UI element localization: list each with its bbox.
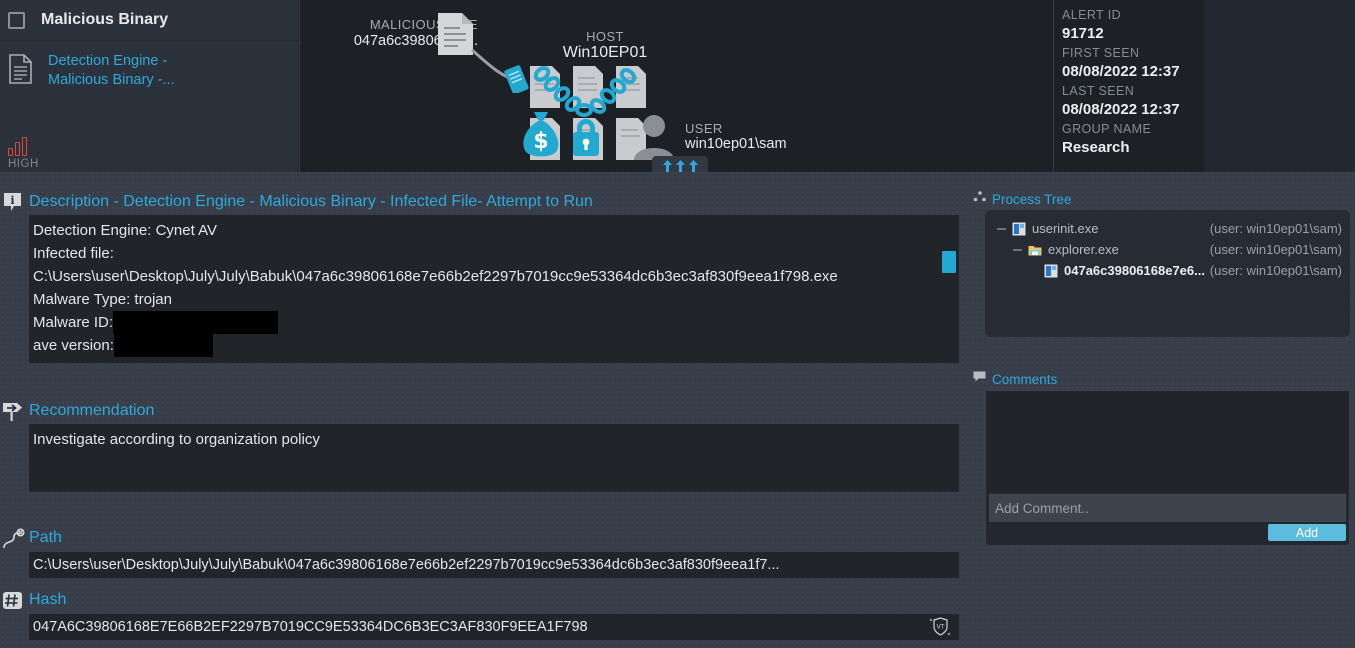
window-icon — [1012, 222, 1026, 236]
comment-bubble-icon — [973, 370, 986, 388]
svg-text:VT: VT — [937, 624, 945, 631]
severity-bars-icon — [8, 137, 68, 156]
document-icon — [8, 54, 33, 84]
alert-detection-link[interactable]: Detection Engine - Malicious Binary -... — [48, 52, 228, 90]
right-column: Process Tree userinit.exe (user: win10ep0… — [965, 172, 1355, 648]
last-seen-label: LAST SEEN — [1062, 84, 1135, 98]
description-malware-type: Malware Type: trojan — [33, 291, 172, 308]
up-arrow-icon — [675, 159, 685, 172]
process-name: 047a6c39806168e7e6... — [1064, 263, 1205, 278]
comments-title: Comments — [992, 371, 1058, 387]
attack-diagram: MALICIOUS FILE 047a6c39806168... HOST Wi… — [300, 0, 1053, 172]
collapse-toggle-icon[interactable] — [997, 227, 1006, 230]
description-ave-version-row: ave version:REDACTED12 — [33, 334, 951, 357]
diagram-host-label: HOST — [586, 29, 624, 44]
description-engine-line: Detection Engine: Cynet AV — [33, 222, 217, 239]
usb-token-icon — [504, 65, 529, 93]
recommendation-title: Recommendation — [29, 402, 155, 419]
description-path-line: C:\Users\user\Desktop\July\July\Babuk\04… — [33, 268, 838, 285]
process-tree-panel: userinit.exe (user: win10ep01\sam) explore… — [985, 210, 1350, 337]
process-tree-title: Process Tree — [992, 191, 1072, 207]
process-name: explorer.exe — [1048, 242, 1119, 257]
add-comment-input[interactable] — [989, 494, 1346, 522]
process-tree-header: Process Tree — [973, 190, 1072, 208]
severity-indicator: HIGH — [8, 137, 68, 170]
process-user: (user: win10ep01\sam) — [1209, 221, 1342, 236]
description-title: Description - Detection Engine - Malicio… — [29, 193, 593, 210]
hash-value-box: 047A6C39806168E7E66B2EF2297B7019CC9E5336… — [29, 614, 959, 640]
top-band: Malicious Binary Detection Engine - Mali… — [0, 0, 1355, 172]
diagram-host-value: Win10EP01 — [562, 44, 648, 61]
ave-version-value-redacted: REDACTED12 — [113, 334, 214, 357]
description-infected-label: Infected file: — [33, 245, 114, 262]
up-arrow-icon — [688, 159, 698, 172]
recommendation-box: Investigate according to organization po… — [29, 424, 959, 492]
group-name-label: GROUP NAME — [1062, 122, 1152, 136]
description-box: Detection Engine: Cynet AV Infected file… — [29, 215, 959, 363]
process-user: (user: win10ep01\sam) — [1209, 242, 1342, 257]
svg-text:$: $ — [533, 129, 548, 154]
hash-title: Hash — [29, 591, 67, 608]
process-tree-row[interactable]: explorer.exe (user: win10ep01\sam) — [985, 239, 1350, 260]
up-arrow-icon — [662, 159, 672, 172]
alert-id-label: ALERT ID — [1062, 8, 1122, 22]
escalation-arrows[interactable] — [652, 156, 708, 172]
alert-id-value: 91712 — [1062, 25, 1104, 42]
description-scroll-thumb[interactable] — [942, 251, 956, 273]
path-trail-icon — [2, 528, 25, 549]
collapse-toggle-icon[interactable] — [1013, 248, 1022, 251]
process-tree-row[interactable]: 047a6c39806168e7e6... (user: win10ep01\sa… — [985, 260, 1350, 281]
diagram-user-label: USER — [685, 121, 723, 136]
diagram-user-value: win10ep01\sam — [685, 136, 787, 152]
process-name: userinit.exe — [1032, 221, 1099, 236]
last-seen-value: 08/08/2022 12:37 — [1062, 101, 1180, 118]
first-seen-value: 08/08/2022 12:37 — [1062, 63, 1180, 80]
window-icon — [1044, 264, 1058, 278]
path-value-box: C:\Users\user\Desktop\July\July\Babuk\04… — [29, 552, 959, 578]
money-bag-icon: $ — [523, 112, 559, 157]
alert-summary-card: Malicious Binary Detection Engine - Mali… — [0, 0, 299, 172]
description-malware-id-row: Malware ID:REDACTEDREDACTED — [33, 311, 951, 334]
process-tree-icon — [973, 190, 986, 208]
alert-select-checkbox[interactable] — [8, 11, 25, 29]
svg-text:i: i — [10, 194, 14, 207]
user-avatar-icon — [634, 115, 674, 160]
info-icon: i — [2, 192, 23, 213]
path-title: Path — [29, 529, 62, 546]
alert-metadata-panel: ALERT ID 91712 FIRST SEEN 08/08/2022 12:… — [1054, 0, 1355, 172]
comments-header: Comments — [973, 370, 1057, 388]
ave-version-label: ave version: — [33, 337, 114, 354]
process-user: (user: win10ep01\sam) — [1209, 263, 1342, 278]
add-comment-button[interactable]: Add — [1268, 524, 1346, 541]
malware-id-value-redacted: REDACTEDREDACTED — [113, 311, 279, 334]
severity-label: HIGH — [8, 158, 39, 170]
recommendation-text: Investigate according to organization po… — [33, 431, 320, 448]
comments-list — [986, 391, 1349, 492]
virustotal-icon[interactable]: VT — [927, 617, 951, 637]
process-tree-row[interactable]: userinit.exe (user: win10ep01\sam) — [985, 218, 1350, 239]
hash-icon — [2, 590, 23, 611]
comments-panel: Add — [985, 390, 1350, 546]
signpost-icon — [2, 401, 23, 422]
first-seen-label: FIRST SEEN — [1062, 46, 1140, 60]
alert-title: Malicious Binary — [41, 11, 169, 28]
alert-detail-page: Malicious Binary Detection Engine - Mali… — [0, 0, 1355, 648]
malicious-file-icon — [436, 12, 474, 61]
alert-card-body: Detection Engine - Malicious Binary -...… — [0, 41, 298, 172]
malware-id-label: Malware ID: — [33, 314, 114, 331]
hash-value: 047A6C39806168E7E66B2EF2297B7019CC9E5336… — [33, 619, 588, 635]
group-name-value: Research — [1062, 139, 1130, 156]
alert-card-header: Malicious Binary — [0, 0, 298, 41]
alert-metadata-column: ALERT ID 91712 FIRST SEEN 08/08/2022 12:… — [1054, 0, 1204, 172]
folder-icon — [1028, 243, 1042, 257]
